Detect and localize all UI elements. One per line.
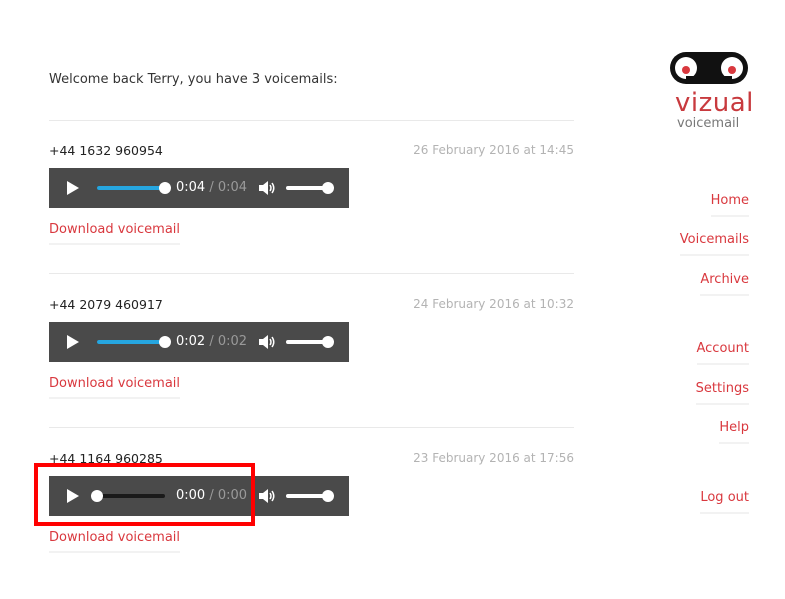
current-time: 0:02 <box>176 334 206 349</box>
nav-settings[interactable]: Settings <box>695 381 749 405</box>
nav-voicemails[interactable]: Voicemails <box>679 232 749 256</box>
nav-home-label[interactable]: Home <box>710 193 749 217</box>
duration: / 0:02 <box>209 334 248 349</box>
caller-number: +44 1632 960954 <box>49 143 163 158</box>
nav-help[interactable]: Help <box>719 420 749 444</box>
seek-bar[interactable] <box>97 336 171 348</box>
logo-brand: vizual <box>675 88 754 118</box>
nav-logout-label[interactable]: Log out <box>700 490 749 514</box>
download-voicemail-link[interactable]: Download voicemail <box>49 376 181 399</box>
download-voicemail-link[interactable]: Download voicemail <box>49 530 181 553</box>
nav-account[interactable]: Account <box>696 341 749 365</box>
nav-account-label[interactable]: Account <box>696 341 749 365</box>
logo-sub: voicemail <box>677 116 740 131</box>
volume-slider[interactable] <box>286 336 334 348</box>
volume-handle[interactable] <box>322 182 334 194</box>
welcome-message: Welcome back Terry, you have 3 voicemail… <box>49 72 338 87</box>
logo: vizual voicemail <box>668 50 753 134</box>
divider <box>49 427 574 428</box>
volume-slider[interactable] <box>286 490 334 502</box>
voicemail-logo-icon <box>670 52 748 84</box>
seek-bar[interactable] <box>97 182 171 194</box>
volume-icon[interactable] <box>259 335 275 349</box>
nav-voicemails-label[interactable]: Voicemails <box>679 232 749 256</box>
current-time: 0:04 <box>176 180 206 195</box>
volume-slider[interactable] <box>286 182 334 194</box>
volume-handle[interactable] <box>322 336 334 348</box>
download-voicemail-link[interactable]: Download voicemail <box>49 222 181 245</box>
voicemail-date: 26 February 2016 at 14:45 <box>413 143 574 157</box>
audio-player: 0:04 / 0:04 <box>49 168 349 208</box>
seek-progress <box>97 186 165 190</box>
play-icon[interactable] <box>67 181 79 195</box>
volume-handle[interactable] <box>322 490 334 502</box>
time-display: 0:04 / 0:04 <box>176 180 247 195</box>
divider <box>49 273 574 274</box>
caller-number: +44 2079 460917 <box>49 297 163 312</box>
volume-icon[interactable] <box>259 181 275 195</box>
voicemail-date: 23 February 2016 at 17:56 <box>413 451 574 465</box>
time-display: 0:02 / 0:02 <box>176 334 247 349</box>
seek-handle[interactable] <box>159 182 171 194</box>
volume-icon[interactable] <box>259 489 275 503</box>
seek-handle[interactable] <box>159 336 171 348</box>
duration: / 0:04 <box>209 180 248 195</box>
nav-settings-label[interactable]: Settings <box>695 381 749 405</box>
nav-archive[interactable]: Archive <box>700 272 749 296</box>
voicemail-date: 24 February 2016 at 10:32 <box>413 297 574 311</box>
nav-archive-label[interactable]: Archive <box>700 272 749 296</box>
nav-logout[interactable]: Log out <box>700 490 749 514</box>
highlight-box <box>34 463 255 526</box>
audio-player: 0:02 / 0:02 <box>49 322 349 362</box>
divider <box>49 120 574 121</box>
seek-progress <box>97 340 165 344</box>
nav-help-label[interactable]: Help <box>719 420 749 444</box>
play-icon[interactable] <box>67 335 79 349</box>
nav-home[interactable]: Home <box>710 193 749 217</box>
